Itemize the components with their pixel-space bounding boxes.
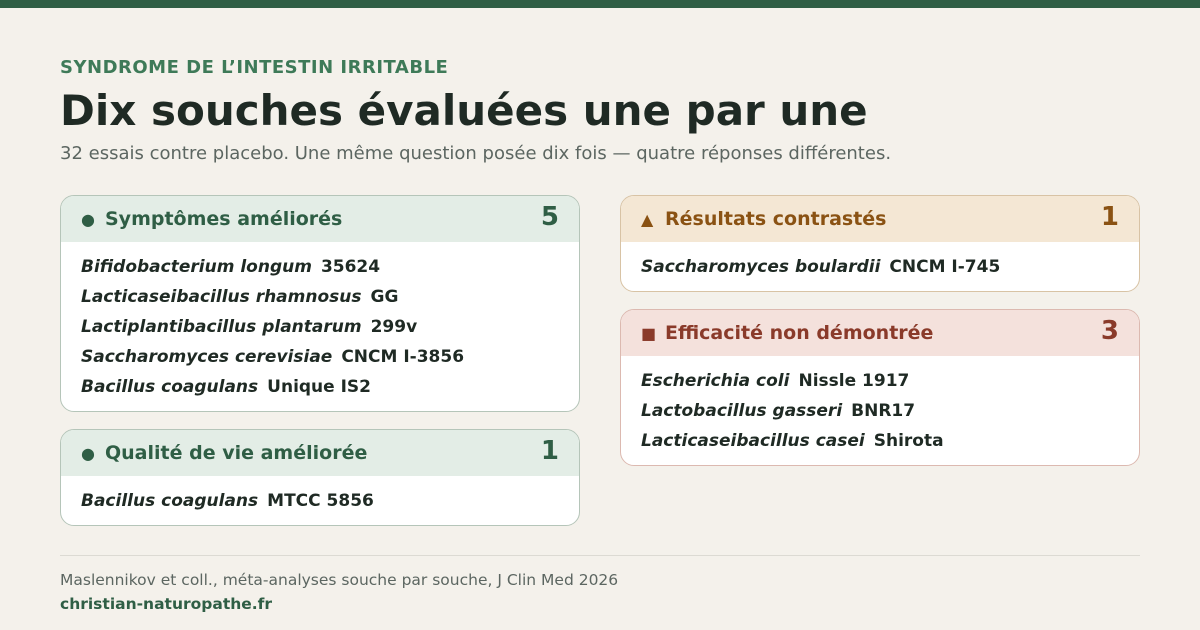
strain-code: Shirota bbox=[873, 431, 944, 451]
page-title: Dix souches évaluées une par une bbox=[60, 86, 868, 135]
card-header: ● Symptômes améliorés 5 bbox=[61, 196, 579, 242]
species-name: Bacillus coagulans bbox=[81, 377, 259, 397]
species-name: Escherichia coli bbox=[641, 371, 790, 391]
strain-row: Escherichia coli Nissle 1917 bbox=[641, 366, 1119, 396]
strain-list: Saccharomyces boulardii CNCM I-745 bbox=[621, 242, 1139, 282]
card-title: Symptômes améliorés bbox=[105, 208, 343, 230]
strain-row: Saccharomyces boulardii CNCM I-745 bbox=[641, 252, 1119, 282]
strain-row: Lacticaseibacillus rhamnosus GG bbox=[81, 282, 559, 312]
circle-icon: ● bbox=[81, 209, 95, 229]
strain-list: Bacillus coagulans MTCC 5856 bbox=[61, 476, 579, 516]
strain-code: MTCC 5856 bbox=[267, 491, 374, 511]
strain-code: BNR17 bbox=[851, 401, 916, 421]
species-name: Saccharomyces cerevisiae bbox=[81, 347, 333, 367]
eyebrow-label: SYNDROME DE L’INTESTIN IRRITABLE bbox=[60, 57, 449, 78]
card-count: 3 bbox=[1100, 316, 1119, 346]
strain-row: Lactobacillus gasseri BNR17 bbox=[641, 396, 1119, 426]
strain-code: CNCM I-745 bbox=[889, 257, 1001, 277]
card-efficacite-non-demontree: ■ Efficacité non démontrée 3 Escherichia… bbox=[620, 309, 1140, 466]
source-citation: Maslennikov et coll., méta-analyses souc… bbox=[60, 571, 619, 589]
strain-row: Lacticaseibacillus casei Shirota bbox=[641, 426, 1119, 456]
strain-code: 299v bbox=[370, 317, 418, 337]
card-title: Qualité de vie améliorée bbox=[105, 442, 368, 464]
strain-code: 35624 bbox=[320, 257, 381, 277]
card-qualite-de-vie: ● Qualité de vie améliorée 1 Bacillus co… bbox=[60, 429, 580, 526]
card-count: 5 bbox=[540, 202, 559, 232]
strain-code: Unique IS2 bbox=[267, 377, 372, 397]
species-name: Saccharomyces boulardii bbox=[641, 257, 881, 277]
page-subtitle: 32 essais contre placebo. Une même quest… bbox=[60, 143, 892, 164]
square-icon: ■ bbox=[641, 323, 657, 343]
card-header: ● Qualité de vie améliorée 1 bbox=[61, 430, 579, 476]
circle-icon: ● bbox=[81, 443, 95, 463]
card-title: Efficacité non démontrée bbox=[665, 322, 934, 344]
strain-row: Bifidobacterium longum 35624 bbox=[81, 252, 559, 282]
species-name: Lacticaseibacillus rhamnosus bbox=[81, 287, 362, 307]
strain-row: Bacillus coagulans Unique IS2 bbox=[81, 372, 559, 402]
top-accent-bar bbox=[0, 0, 1200, 8]
card-count: 1 bbox=[1100, 202, 1119, 232]
site-link[interactable]: christian-naturopathe.fr bbox=[60, 595, 272, 613]
strain-list: Escherichia coli Nissle 1917 Lactobacillu… bbox=[621, 356, 1139, 456]
card-header: ■ Efficacité non démontrée 3 bbox=[621, 310, 1139, 356]
triangle-icon: ▲ bbox=[641, 209, 654, 229]
card-header: ▲ Résultats contrastés 1 bbox=[621, 196, 1139, 242]
species-name: Lactiplantibacillus plantarum bbox=[81, 317, 362, 337]
species-name: Lacticaseibacillus casei bbox=[641, 431, 865, 451]
species-name: Bacillus coagulans bbox=[81, 491, 259, 511]
strain-row: Saccharomyces cerevisiae CNCM I-3856 bbox=[81, 342, 559, 372]
card-count: 1 bbox=[540, 436, 559, 466]
footer-divider bbox=[60, 555, 1140, 556]
card-resultats-contrastes: ▲ Résultats contrastés 1 Saccharomyces b… bbox=[620, 195, 1140, 292]
species-name: Lactobacillus gasseri bbox=[641, 401, 843, 421]
strain-code: GG bbox=[370, 287, 399, 307]
card-symptomes: ● Symptômes améliorés 5 Bifidobacterium … bbox=[60, 195, 580, 412]
card-title: Résultats contrastés bbox=[665, 208, 887, 230]
strain-code: Nissle 1917 bbox=[798, 371, 910, 391]
strain-row: Lactiplantibacillus plantarum 299v bbox=[81, 312, 559, 342]
strain-list: Bifidobacterium longum 35624 Lacticaseiba… bbox=[61, 242, 579, 402]
strain-row: Bacillus coagulans MTCC 5856 bbox=[81, 486, 559, 516]
strain-code: CNCM I-3856 bbox=[341, 347, 465, 367]
species-name: Bifidobacterium longum bbox=[81, 257, 312, 277]
